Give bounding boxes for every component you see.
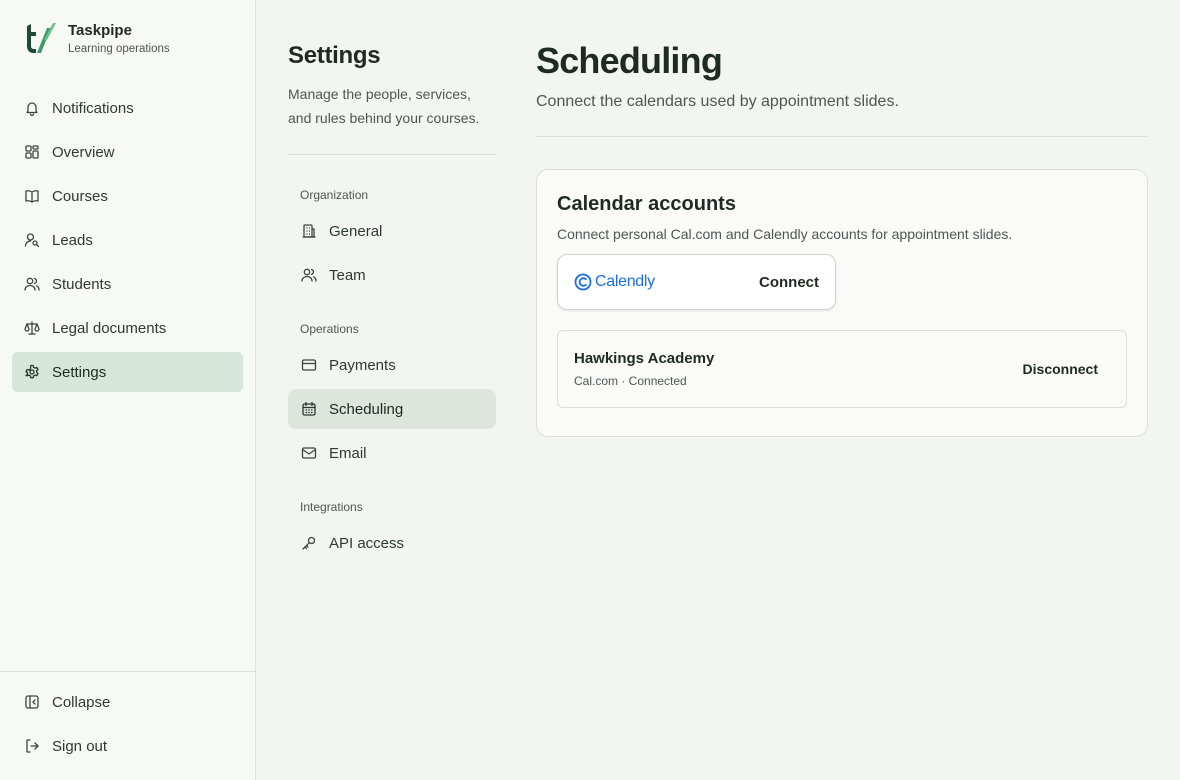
sidebar-footer: Collapse Sign out bbox=[0, 671, 255, 770]
settings-item-label: Payments bbox=[329, 356, 396, 374]
page-title: Scheduling bbox=[536, 40, 723, 81]
settings-item-label: Team bbox=[329, 266, 366, 284]
card-description: Connect personal Cal.com and Calendly ac… bbox=[557, 226, 1013, 242]
settings-description: Manage the people, services, and rules b… bbox=[288, 86, 480, 126]
disconnect-button[interactable]: Disconnect bbox=[1023, 361, 1098, 377]
settings-group-organization: Organization General Team bbox=[288, 185, 496, 295]
divider bbox=[536, 136, 1148, 137]
page-subtitle: Connect the calendars used by appointmen… bbox=[536, 93, 899, 110]
mail-icon bbox=[301, 447, 317, 459]
settings-group-integrations: Integrations API access bbox=[288, 497, 496, 563]
book-icon bbox=[25, 190, 39, 203]
nav-label: Settings bbox=[52, 363, 107, 381]
key-icon bbox=[302, 536, 316, 550]
app-sidebar: Taskpipe Learning operations Notificatio… bbox=[0, 0, 256, 780]
nav-item-notifications[interactable]: Notifications bbox=[12, 88, 243, 128]
calendar-accounts-card: Calendar accounts Connect personal Cal.c… bbox=[536, 169, 1148, 437]
nav-label: Leads bbox=[52, 231, 93, 249]
nav-item-students[interactable]: Students bbox=[12, 264, 243, 304]
settings-item-label: Scheduling bbox=[329, 400, 404, 418]
settings-group-operations: Operations Payments Scheduling Email bbox=[288, 319, 496, 473]
nav-label: Students bbox=[52, 275, 112, 293]
nav-label: Overview bbox=[52, 143, 115, 161]
sign-out-icon bbox=[26, 739, 39, 753]
settings-item-payments[interactable]: Payments bbox=[288, 345, 496, 385]
account-name: Hawkings Academy bbox=[574, 350, 715, 367]
collapse-label: Collapse bbox=[52, 693, 111, 711]
collapse-button[interactable]: Collapse bbox=[12, 682, 243, 722]
divider bbox=[288, 154, 496, 155]
connect-calendly-button[interactable]: Calendly Connect bbox=[557, 254, 836, 310]
sign-out-label: Sign out bbox=[52, 737, 108, 755]
bell-icon bbox=[26, 102, 38, 116]
connect-label: Connect bbox=[759, 273, 819, 291]
nav-item-overview[interactable]: Overview bbox=[12, 132, 243, 172]
calendly-icon bbox=[574, 273, 592, 291]
connected-account-row: Hawkings Academy Cal.com · Connected Dis… bbox=[557, 330, 1127, 408]
user-search-icon bbox=[24, 233, 40, 248]
calendar-icon bbox=[302, 401, 316, 416]
taskpipe-logo-icon bbox=[27, 23, 56, 53]
settings-item-label: General bbox=[329, 222, 383, 240]
settings-item-api-access[interactable]: API access bbox=[288, 523, 496, 563]
nav-item-legal-documents[interactable]: Legal documents bbox=[12, 308, 243, 348]
settings-nav: Settings Manage the people, services, an… bbox=[288, 40, 496, 567]
nav-item-settings[interactable]: Settings bbox=[12, 352, 243, 392]
dashboard-icon bbox=[25, 145, 39, 159]
group-label: Organization bbox=[300, 188, 369, 202]
settings-title: Settings bbox=[288, 42, 381, 69]
settings-item-label: Email bbox=[329, 444, 367, 462]
brand-subtitle: Learning operations bbox=[68, 43, 170, 55]
settings-item-label: API access bbox=[329, 534, 405, 552]
group-label: Operations bbox=[300, 322, 359, 336]
building-icon bbox=[302, 224, 316, 238]
settings-item-email[interactable]: Email bbox=[288, 433, 496, 473]
credit-card-icon bbox=[301, 359, 317, 371]
sign-out-button[interactable]: Sign out bbox=[12, 726, 243, 766]
card-title: Calendar accounts bbox=[557, 193, 736, 215]
scale-icon bbox=[24, 321, 40, 335]
group-label: Integrations bbox=[300, 500, 363, 514]
main-content: Scheduling Connect the calendars used by… bbox=[536, 40, 1148, 437]
nav-label: Courses bbox=[52, 187, 108, 205]
collapse-icon bbox=[25, 695, 39, 709]
main-nav: Notifications Overview Courses Leads Stu… bbox=[12, 88, 243, 396]
nav-label: Legal documents bbox=[52, 319, 167, 337]
nav-item-leads[interactable]: Leads bbox=[12, 220, 243, 260]
calendly-wordmark: Calendly bbox=[595, 273, 655, 290]
gear-icon bbox=[25, 364, 39, 379]
calendly-logo: Calendly bbox=[574, 273, 655, 291]
nav-item-courses[interactable]: Courses bbox=[12, 176, 243, 216]
brand[interactable]: Taskpipe Learning operations bbox=[20, 20, 170, 57]
users-icon bbox=[24, 277, 40, 291]
team-icon bbox=[301, 268, 317, 282]
settings-item-scheduling[interactable]: Scheduling bbox=[288, 389, 496, 429]
account-status: Cal.com · Connected bbox=[574, 374, 687, 388]
settings-item-general[interactable]: General bbox=[288, 211, 496, 251]
settings-item-team[interactable]: Team bbox=[288, 255, 496, 295]
nav-label: Notifications bbox=[52, 99, 134, 117]
brand-name: Taskpipe bbox=[68, 22, 132, 39]
